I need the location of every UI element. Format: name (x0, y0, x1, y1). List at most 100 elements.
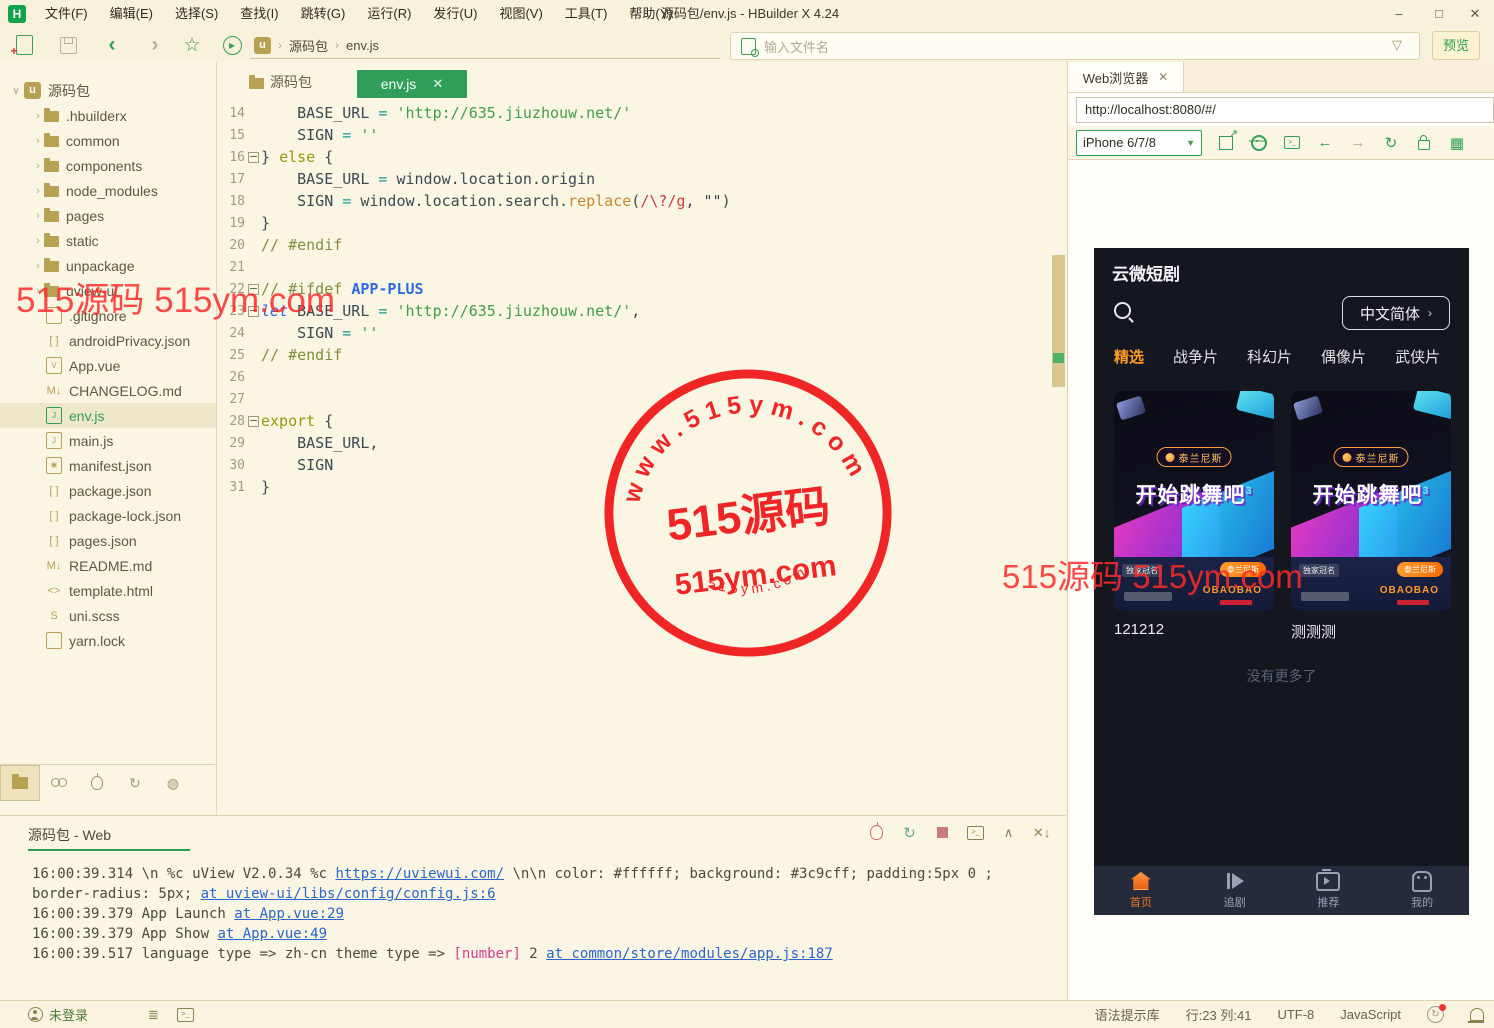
tree-item-env.js[interactable]: Jenv.js (0, 403, 216, 428)
code-line-22[interactable]: 22// #ifdef APP-PLUS (217, 278, 1047, 300)
lock-button[interactable] (1415, 134, 1433, 152)
debug-view-tab[interactable] (78, 766, 116, 800)
browser-forward-button[interactable]: → (1349, 134, 1367, 152)
notification-bell-icon[interactable] (1468, 1008, 1484, 1023)
explorer-tab[interactable] (0, 765, 40, 801)
code-line-14[interactable]: 14 BASE_URL = 'http://635.jiuzhouw.net/' (217, 102, 1047, 124)
terminal-icon[interactable]: >_ (176, 1007, 194, 1022)
menu-item-视图(V)[interactable]: 视图(V) (488, 0, 553, 28)
editor-scrollbar[interactable] (1052, 255, 1065, 387)
breadcrumb-project[interactable]: 源码包 (289, 36, 328, 55)
nav-item-我的[interactable]: 我的 (1375, 866, 1469, 915)
nav-item-推荐[interactable]: 推荐 (1282, 866, 1376, 915)
category-tab-精选[interactable]: 精选 (1114, 346, 1144, 380)
tree-item-node_modules[interactable]: › node_modules (0, 178, 216, 203)
maximize-button[interactable]: □ (1424, 0, 1454, 28)
tree-item-README.md[interactable]: M↓ README.md (0, 553, 216, 578)
back-button[interactable]: ‹ (100, 34, 124, 56)
tree-item-manifest.json[interactable]: ✱ manifest.json (0, 453, 216, 478)
tree-item-common[interactable]: › common (0, 128, 216, 153)
url-input[interactable]: http://localhost:8080/#/ (1076, 96, 1494, 123)
console-log-line[interactable]: 16:00:39.517 language type => zh-cn them… (32, 944, 1052, 964)
login-status[interactable]: 未登录 (49, 1005, 88, 1024)
close-tab-icon[interactable]: ✕ (1158, 70, 1168, 84)
tree-item-package.json[interactable]: [ ] package.json (0, 478, 216, 503)
console-log-line[interactable]: 16:00:39.379 App Show at App.vue:49 (32, 924, 1052, 944)
code-line-25[interactable]: 25 // #endif (217, 344, 1047, 366)
tree-item-main.js[interactable]: Jmain.js (0, 428, 216, 453)
task-list-icon[interactable]: ≣ (148, 1007, 159, 1023)
category-tab-偶像片[interactable]: 偶像片 (1321, 346, 1366, 380)
update-button[interactable]: ↻ (1427, 1004, 1446, 1023)
close-button[interactable]: ✕ (1460, 0, 1490, 28)
code-line-18[interactable]: 18 SIGN = window.location.search.replace… (217, 190, 1047, 212)
tree-item-uni.scss[interactable]: Suni.scss (0, 603, 216, 628)
filter-icon[interactable]: ▽ (1392, 37, 1406, 52)
code-line-16[interactable]: 16} else { (217, 146, 1047, 168)
search-icon[interactable] (1114, 302, 1131, 319)
favorite-button[interactable]: ☆ (180, 34, 204, 56)
device-select[interactable]: iPhone 6/7/8 ▼ (1076, 129, 1202, 156)
drama-card[interactable]: 泰兰尼斯 开始跳舞吧3 独家冠名 泰兰尼斯 OBAOBAO 测测测 (1291, 391, 1451, 642)
tree-item-App.vue[interactable]: V App.vue (0, 353, 216, 378)
fold-collapse-icon[interactable] (247, 151, 259, 163)
category-tab-科幻片[interactable]: 科幻片 (1247, 346, 1292, 380)
menu-item-发行(U)[interactable]: 发行(U) (422, 0, 488, 28)
menu-item-编辑(E)[interactable]: 编辑(E) (99, 0, 164, 28)
menu-item-选择(S)[interactable]: 选择(S) (164, 0, 229, 28)
tree-item-template.html[interactable]: <> template.html (0, 578, 216, 603)
tree-root[interactable]: ∨ u 源码包 (0, 78, 216, 103)
settings-button[interactable] (1249, 134, 1268, 152)
console-link[interactable]: at App.vue:49 (217, 926, 327, 942)
code-line-17[interactable]: 17 BASE_URL = window.location.origin (217, 168, 1047, 190)
tree-item-static[interactable]: › static (0, 228, 216, 253)
save-button[interactable] (56, 34, 80, 56)
tree-item-.hbuilderx[interactable]: › .hbuilderx (0, 103, 216, 128)
stop-button[interactable] (934, 824, 951, 841)
collapse-panel-button[interactable]: ∧ (1000, 824, 1017, 841)
editor-group-label[interactable]: 源码包 (249, 72, 312, 92)
browser-reload-button[interactable]: ↻ (1382, 134, 1400, 152)
code-line-19[interactable]: 19} (217, 212, 1047, 234)
console-link[interactable]: at uview-ui/libs/config/config.js:6 (201, 886, 496, 902)
sync-view-tab[interactable]: ↻ (116, 766, 154, 800)
console-link[interactable]: at common/store/modules/app.js:187 (546, 946, 833, 962)
preview-button[interactable]: 预览 (1432, 31, 1480, 60)
console-link[interactable]: at App.vue:29 (234, 906, 344, 922)
menu-item-运行(R)[interactable]: 运行(R) (356, 0, 422, 28)
console-tab[interactable]: 源码包 - Web (28, 825, 111, 845)
clear-console-button[interactable]: ✕↓ (1033, 824, 1050, 841)
devtools-button[interactable]: >_ (1283, 134, 1301, 152)
category-tab-武侠片[interactable]: 武侠片 (1395, 346, 1440, 380)
drama-card[interactable]: 泰兰尼斯 开始跳舞吧3 独家冠名 泰兰尼斯 OBAOBAO 121212 (1114, 391, 1274, 642)
code-line-21[interactable]: 21 (217, 256, 1047, 278)
tab-env-js[interactable]: env.js ✕ (357, 70, 467, 98)
fold-collapse-icon[interactable] (247, 415, 259, 427)
minimize-button[interactable]: – (1384, 0, 1414, 28)
tree-item-pages.json[interactable]: [ ] pages.json (0, 528, 216, 553)
tree-item-androidPrivacy.json[interactable]: [ ] androidPrivacy.json (0, 328, 216, 353)
nav-item-首页[interactable]: 首页 (1094, 866, 1188, 915)
new-file-button[interactable]: + (11, 34, 36, 58)
code-line-20[interactable]: 20 // #endif (217, 234, 1047, 256)
web-view-tab[interactable]: ◍ (154, 766, 192, 800)
debug-button[interactable] (868, 822, 885, 841)
open-external-button[interactable] (1217, 134, 1235, 152)
new-terminal-button[interactable]: >_ (967, 824, 984, 841)
close-tab-icon[interactable]: ✕ (432, 76, 443, 92)
menu-item-查找(I)[interactable]: 查找(I) (229, 0, 289, 28)
menu-item-文件(F)[interactable]: 文件(F) (34, 0, 99, 28)
file-search-input[interactable]: 输入文件名 (730, 32, 1420, 60)
restart-button[interactable]: ↻ (901, 824, 918, 842)
tree-item-pages[interactable]: › pages (0, 203, 216, 228)
tree-item-components[interactable]: › components (0, 153, 216, 178)
browser-back-button[interactable]: ← (1316, 134, 1334, 152)
code-line-23[interactable]: 23 let BASE_URL = 'http://635.jiuzhouw.ne… (217, 300, 1047, 322)
nav-item-追剧[interactable]: 追剧 (1188, 866, 1282, 915)
menu-item-跳转(G)[interactable]: 跳转(G) (290, 0, 357, 28)
breadcrumb-file[interactable]: env.js (346, 38, 379, 53)
console-link[interactable]: https://uviewui.com/ (335, 866, 504, 882)
code-line-24[interactable]: 24 SIGN = '' (217, 322, 1047, 344)
run-button[interactable]: ▶ (220, 34, 244, 56)
web-browser-tab[interactable]: Web浏览器 ✕ (1068, 62, 1184, 92)
